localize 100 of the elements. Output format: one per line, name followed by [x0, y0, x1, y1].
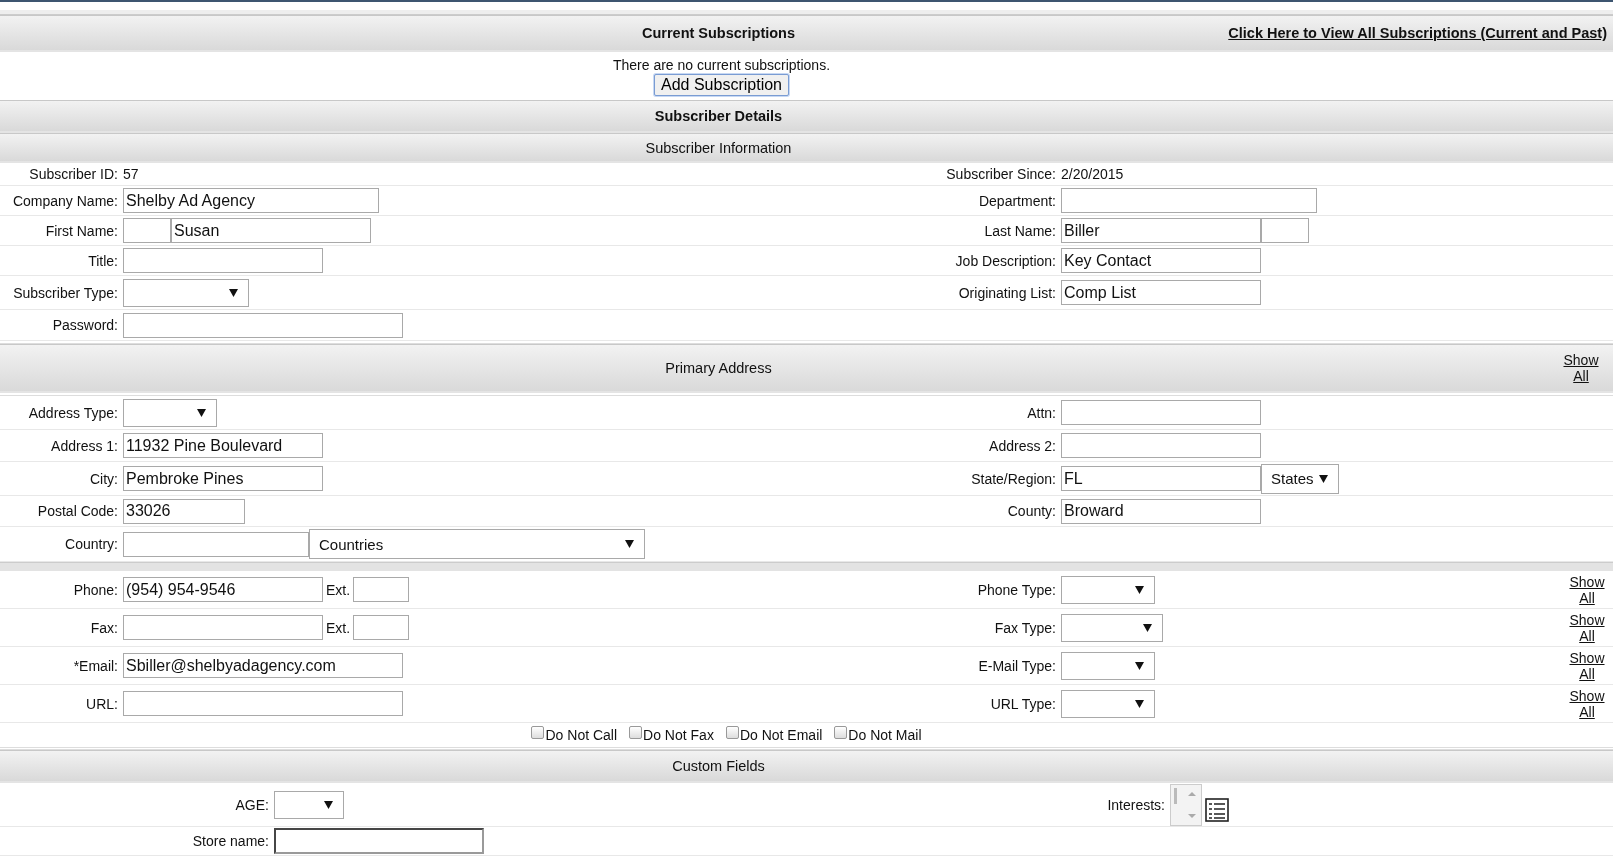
text-field[interactable] [274, 828, 484, 854]
checkbox-label: Do Not Mail [848, 727, 922, 743]
prefix-field[interactable] [123, 218, 171, 243]
caret-icon [1135, 585, 1144, 594]
text-field[interactable]: 33026 [123, 498, 245, 524]
add-subscription-button[interactable]: Add Subscription [654, 73, 789, 96]
text-field[interactable]: 11932 Pine Boulevard [123, 433, 323, 458]
caret-icon [1319, 474, 1328, 483]
checkbox[interactable] [834, 725, 848, 739]
section-title: Current Subscriptions [641, 25, 796, 41]
field-label: Phone Type: [976, 581, 1057, 598]
section-title: Subscriber Details [654, 108, 783, 124]
field-label: Company Name: [11, 192, 119, 209]
caret-icon [197, 408, 206, 417]
caret-icon [1135, 661, 1144, 670]
caret-icon [324, 800, 333, 809]
dropdown[interactable] [274, 790, 344, 819]
checkbox[interactable] [629, 725, 643, 739]
field-label: Originating List: [957, 284, 1057, 301]
ext-label: Ext. [325, 619, 352, 636]
field-label: First Name: [44, 222, 119, 239]
show-all-link[interactable]: Show All [1567, 611, 1607, 644]
dropdown[interactable]: Countries [309, 529, 645, 559]
subsection-title: Subscriber Information [645, 139, 792, 156]
field-label: Country: [64, 536, 119, 552]
show-all-link[interactable]: Show All [1561, 352, 1601, 384]
checkbox-label: Do Not Fax [643, 727, 714, 743]
text-field[interactable]: Broward [1061, 498, 1261, 524]
field-label: Address 2: [988, 437, 1057, 454]
field-label: Fax Type: [993, 619, 1057, 636]
text-field[interactable] [1061, 433, 1261, 458]
checkbox[interactable] [531, 725, 545, 739]
field-label: Department: [977, 192, 1057, 209]
field-label: Last Name: [983, 222, 1057, 239]
text-field[interactable]: Pembroke Pines [123, 466, 323, 491]
text-field[interactable]: Comp List [1061, 280, 1261, 305]
field-label: Interests: [1106, 796, 1166, 813]
field-label: Address 1: [50, 437, 119, 454]
text-field[interactable] [123, 248, 323, 273]
list-icon[interactable] [1205, 797, 1229, 822]
show-all-link[interactable]: Show All [1567, 573, 1607, 606]
field-label: State/Region: [970, 470, 1057, 487]
caret-icon [625, 540, 634, 548]
text-field[interactable] [1061, 188, 1317, 213]
field-label: Address Type: [27, 404, 119, 421]
field-label: AGE: [234, 796, 270, 813]
caret-icon [1135, 699, 1144, 708]
field-label: County: [1006, 503, 1057, 519]
field-label: URL: [85, 695, 119, 712]
dropdown[interactable] [1061, 575, 1155, 604]
field-label: Title: [87, 252, 119, 269]
field-label: Postal Code: [36, 503, 119, 519]
ext-field[interactable] [353, 615, 410, 640]
field-label: City: [89, 470, 119, 487]
field-label: Fax: [89, 619, 119, 636]
field-label: Job Description: [954, 252, 1057, 269]
text-field[interactable] [1061, 400, 1261, 425]
checkbox-label: Do Not Email [739, 727, 823, 743]
caret-icon [1143, 623, 1152, 632]
dropdown[interactable]: States [1261, 463, 1339, 494]
field-label: *Email: [72, 657, 119, 674]
dropdown[interactable] [1061, 651, 1155, 680]
field-label: Subscriber Since: [945, 166, 1057, 182]
field-label: Password: [51, 317, 119, 333]
caret-icon [229, 288, 238, 297]
text-field[interactable] [123, 531, 309, 557]
text-field[interactable]: Biller [1061, 218, 1261, 243]
text-field[interactable]: Susan [171, 218, 371, 243]
text-field[interactable] [123, 312, 403, 338]
field-value: 57 [123, 166, 139, 182]
text-field[interactable] [123, 615, 323, 640]
text-field[interactable]: Shelby Ad Agency [123, 188, 379, 213]
subsection-title: Custom Fields [672, 758, 765, 774]
show-all-link[interactable]: Show All [1567, 687, 1607, 720]
empty-message: There are no current subscriptions. [612, 56, 831, 73]
field-label: Subscriber Type: [12, 284, 119, 301]
text-field[interactable]: Sbiller@shelbyadagency.com [123, 653, 403, 678]
dropdown[interactable] [123, 398, 217, 427]
text-field[interactable] [123, 691, 403, 716]
field-label: URL Type: [989, 695, 1057, 712]
text-field[interactable]: FL [1061, 466, 1261, 491]
ext-field[interactable] [353, 577, 410, 602]
field-value: 2/20/2015 [1061, 166, 1124, 182]
checkbox-label: Do Not Call [545, 727, 618, 743]
dropdown[interactable] [123, 278, 249, 307]
show-all-link[interactable]: Show All [1567, 649, 1607, 682]
dropdown[interactable] [1061, 613, 1163, 642]
field-label: Subscriber ID: [28, 166, 119, 182]
field-label: Attn: [1026, 404, 1057, 421]
text-field[interactable]: (954) 954-9546 [123, 577, 323, 602]
text-field[interactable]: Key Contact [1061, 248, 1261, 273]
field-label: E-Mail Type: [977, 657, 1057, 674]
dropdown[interactable] [1061, 689, 1155, 718]
field-label: Store name: [191, 833, 270, 849]
checkbox[interactable] [725, 725, 739, 739]
view-all-link[interactable]: Click Here to View All Subscriptions (Current and Past) [1228, 25, 1607, 41]
suffix-field[interactable] [1261, 218, 1309, 243]
subsection-title: Primary Address [665, 360, 772, 376]
field-label: Phone: [72, 581, 119, 598]
ext-label: Ext. [325, 581, 352, 598]
